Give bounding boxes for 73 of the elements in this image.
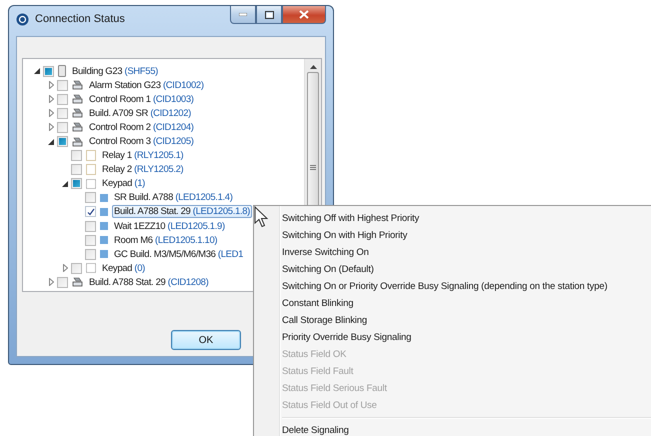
expand-arrow-icon[interactable] bbox=[48, 123, 54, 132]
checkbox[interactable] bbox=[85, 192, 96, 204]
ok-button[interactable]: OK bbox=[171, 330, 241, 350]
checkbox[interactable] bbox=[71, 150, 82, 162]
console-icon bbox=[72, 94, 83, 104]
minimize-button[interactable] bbox=[230, 6, 256, 24]
menu-item[interactable]: Priority Override Busy Signaling bbox=[282, 332, 412, 343]
expand-arrow-icon[interactable] bbox=[62, 264, 68, 272]
console-icon bbox=[72, 277, 83, 288]
console-icon bbox=[72, 80, 83, 90]
tree-item-label[interactable]: Control Room 1 (CID1003) bbox=[87, 92, 196, 106]
menu-item[interactable]: Delete Signaling bbox=[282, 425, 349, 436]
app-logo-icon bbox=[16, 12, 29, 26]
menu-item[interactable]: Switching On or Priority Override Busy Signaling (depending on the station type) bbox=[282, 281, 608, 292]
expand-arrow-icon[interactable] bbox=[48, 109, 54, 118]
led-icon bbox=[100, 236, 108, 244]
tree-item-label[interactable]: SR Build. A788 (LED1205.1.4) bbox=[112, 191, 235, 204]
checkbox[interactable] bbox=[71, 164, 82, 176]
keypad-icon bbox=[86, 178, 96, 189]
tree-item-label[interactable]: Keypad (0) bbox=[100, 262, 147, 275]
checkbox[interactable] bbox=[71, 262, 82, 274]
tree-item-label[interactable]: Control Room 3 (CID1205) bbox=[87, 135, 196, 148]
menu-item[interactable]: Switching Off with Highest Priority bbox=[282, 213, 420, 224]
expand-arrow-icon[interactable] bbox=[48, 278, 54, 286]
relay-icon bbox=[86, 150, 96, 162]
building-icon bbox=[58, 65, 66, 78]
checkbox[interactable] bbox=[85, 206, 96, 218]
tree-item-label[interactable]: Relay 1 (RLY1205.1) bbox=[100, 149, 186, 162]
window-title: Connection Status bbox=[35, 13, 125, 25]
collapse-arrow-icon[interactable] bbox=[34, 68, 40, 74]
expand-arrow-icon[interactable] bbox=[48, 81, 54, 90]
checkbox[interactable] bbox=[85, 220, 96, 232]
close-icon bbox=[299, 10, 309, 19]
tree-item-label[interactable]: Building G23 (SHF55) bbox=[70, 64, 160, 78]
console-icon bbox=[72, 108, 83, 118]
checkbox[interactable] bbox=[57, 94, 68, 105]
close-button[interactable] bbox=[282, 6, 326, 24]
menu-item[interactable]: Switching On with High Priority bbox=[282, 230, 408, 241]
scroll-up-icon[interactable] bbox=[310, 65, 316, 69]
console-icon bbox=[72, 136, 83, 147]
menu-item[interactable]: Switching On (Default) bbox=[282, 264, 374, 275]
menu-item[interactable]: Constant Blinking bbox=[282, 298, 354, 309]
led-icon bbox=[100, 194, 108, 202]
led-icon bbox=[100, 208, 108, 216]
menu-item[interactable]: Call Storage Blinking bbox=[282, 315, 368, 326]
tree-item-label[interactable]: Build. A788 Stat. 29 (CID1208) bbox=[87, 276, 210, 289]
tree-item-label[interactable]: GC Build. M3/M5/M6/M36 (LED1 bbox=[112, 248, 246, 261]
menu-item[interactable]: Inverse Switching On bbox=[282, 247, 369, 258]
led-icon bbox=[100, 250, 108, 258]
keypad-icon bbox=[86, 263, 96, 274]
collapse-arrow-icon[interactable] bbox=[62, 180, 68, 187]
tree-item-label[interactable]: Room M6 (LED1205.1.10) bbox=[112, 234, 220, 247]
maximize-button[interactable] bbox=[256, 6, 282, 24]
console-icon bbox=[72, 122, 83, 132]
checkbox[interactable] bbox=[85, 234, 96, 246]
minimize-icon bbox=[239, 13, 247, 16]
maximize-icon bbox=[264, 10, 274, 18]
tree-item-label[interactable]: Control Room 2 (CID1204) bbox=[87, 120, 196, 134]
checkbox[interactable] bbox=[57, 276, 68, 288]
tree-item-label[interactable]: Build. A788 Stat. 29 (LED1205.1.8) bbox=[112, 205, 252, 218]
tree-item-label[interactable]: Wait 1EZZ10 (LED1205.1.9) bbox=[112, 220, 227, 233]
tree-item-label[interactable]: Keypad (1) bbox=[100, 177, 147, 190]
expand-arrow-icon[interactable] bbox=[48, 95, 54, 104]
tree-item-label[interactable]: Build. A709 SR (CID1202) bbox=[87, 106, 193, 120]
led-icon bbox=[100, 222, 108, 230]
collapse-arrow-icon[interactable] bbox=[48, 138, 54, 145]
checkbox[interactable] bbox=[85, 248, 96, 260]
tree-item-label[interactable]: Alarm Station G23 (CID1002) bbox=[87, 78, 206, 92]
checkbox[interactable] bbox=[57, 80, 68, 91]
relay-icon bbox=[86, 164, 96, 176]
checkbox[interactable] bbox=[57, 108, 68, 119]
tree-item-label[interactable]: Relay 2 (RLY1205.2) bbox=[100, 163, 186, 176]
checkbox[interactable] bbox=[57, 122, 68, 133]
